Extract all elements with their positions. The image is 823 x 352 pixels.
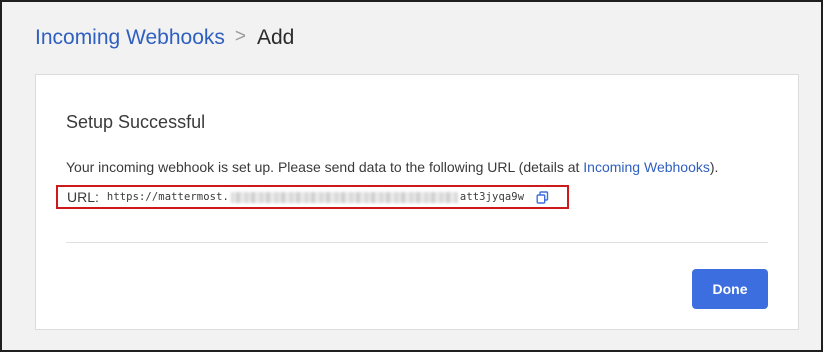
card-divider <box>66 242 768 243</box>
card-description: Your incoming webhook is set up. Please … <box>66 159 718 175</box>
copy-icon[interactable] <box>535 190 549 204</box>
breadcrumb-incoming-webhooks-link[interactable]: Incoming Webhooks <box>35 26 225 50</box>
url-label: URL: <box>67 189 99 205</box>
card-title: Setup Successful <box>66 112 206 132</box>
redacted-url-segment <box>230 191 458 203</box>
webhook-url-end: att3jyqa9w <box>459 191 525 203</box>
description-text: Your incoming webhook is set up. Please … <box>66 159 584 175</box>
description-suffix: ). <box>709 159 719 175</box>
breadcrumb-current: Add <box>257 26 295 49</box>
webhook-url: https://mattermost. att3jyqa9w <box>107 191 524 203</box>
breadcrumb: Incoming Webhooks > Add <box>35 26 294 50</box>
webhook-url-row: URL: https://mattermost. att3jyqa9w <box>56 185 569 209</box>
breadcrumb-separator: > <box>234 26 246 47</box>
webhook-url-start: https://mattermost. <box>106 191 229 203</box>
incoming-webhooks-link[interactable]: Incoming Webhooks <box>583 159 710 175</box>
setup-card: Setup Successful Your incoming webhook i… <box>35 74 799 330</box>
done-button[interactable]: Done <box>692 269 768 309</box>
